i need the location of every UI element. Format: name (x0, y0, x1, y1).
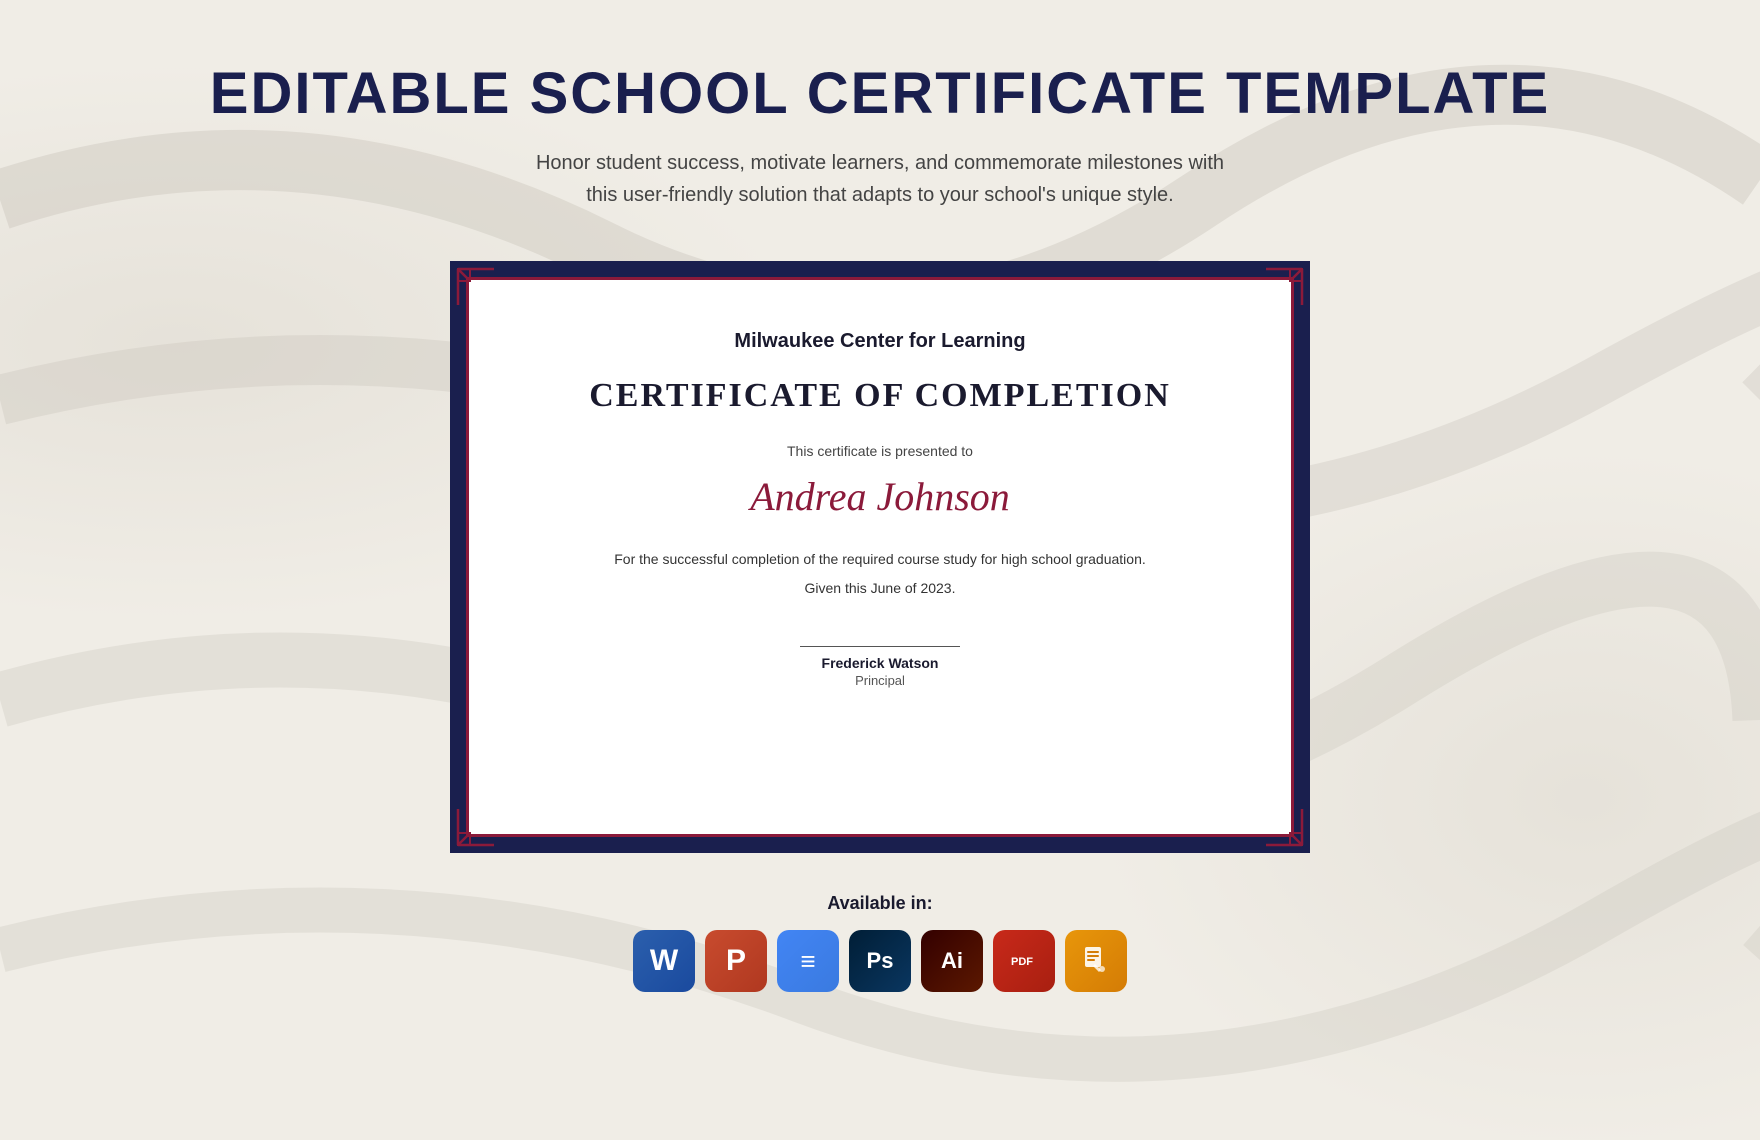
app-icons-container: PDF (633, 930, 1127, 992)
icon-illustrator[interactable] (921, 930, 983, 992)
cert-description: For the successful completion of the req… (614, 548, 1146, 570)
cert-signature-area: Frederick Watson Principal (800, 646, 960, 688)
cert-presented-text: This certificate is presented to (787, 443, 973, 459)
corner-decoration-tr (1264, 267, 1304, 307)
page-title: Editable School Certificate Template (210, 60, 1550, 127)
cert-signature-line (800, 646, 960, 647)
corner-decoration-bl (456, 807, 496, 847)
certificate-outer: Milwaukee Center for Learning Certificat… (450, 261, 1310, 853)
icon-google-docs[interactable] (777, 930, 839, 992)
icon-pages[interactable] (1065, 930, 1127, 992)
cert-recipient-name: Andrea Johnson (750, 473, 1010, 520)
cert-title: Certificate of Completion (589, 377, 1171, 415)
available-label: Available in: (827, 893, 932, 914)
corner-decoration-tl (456, 267, 496, 307)
cert-date: Given this June of 2023. (805, 580, 956, 596)
icon-photoshop[interactable] (849, 930, 911, 992)
icon-powerpoint[interactable] (705, 930, 767, 992)
corner-decoration-br (1264, 807, 1304, 847)
page-subtitle: Honor student success, motivate learners… (530, 147, 1230, 211)
available-section: Available in: PDF (633, 893, 1127, 992)
cert-institution: Milwaukee Center for Learning (734, 330, 1025, 353)
icon-word[interactable] (633, 930, 695, 992)
certificate-inner: Milwaukee Center for Learning Certificat… (466, 277, 1294, 837)
cert-signer-title: Principal (855, 673, 905, 688)
svg-text:PDF: PDF (1011, 956, 1033, 968)
icon-acrobat[interactable]: PDF (993, 930, 1055, 992)
cert-signer-name: Frederick Watson (822, 655, 939, 671)
